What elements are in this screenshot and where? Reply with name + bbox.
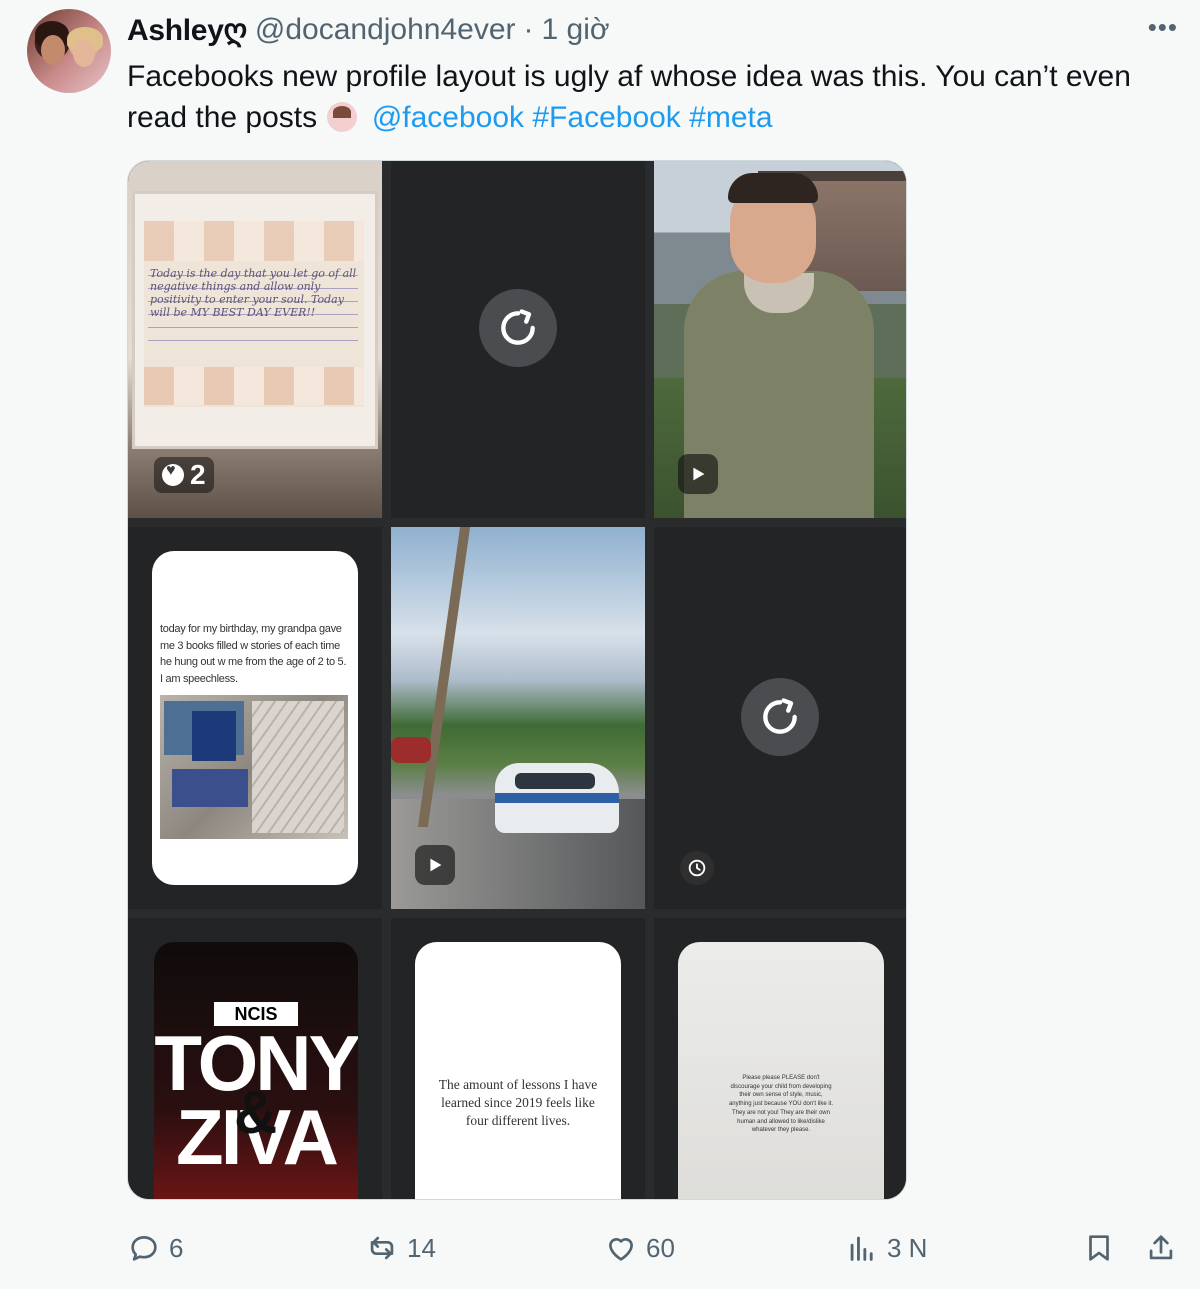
story-card: today for my birthday, my grandpa gave m… xyxy=(152,551,358,885)
play-icon[interactable] xyxy=(678,454,718,494)
history-icon[interactable] xyxy=(680,851,714,885)
reply-button[interactable]: 6 xyxy=(127,1226,183,1270)
views-button[interactable]: 3 N xyxy=(845,1226,927,1270)
views-icon xyxy=(850,1236,873,1261)
quote-text: The amount of lessons I have learned sin… xyxy=(438,1077,598,1128)
quote-text: Please please PLEASE don't discourage yo… xyxy=(728,1075,834,1134)
book-3 xyxy=(172,769,248,807)
tweet-header: Ashleyღ @docandjohn4ever · 1 giờ xyxy=(127,12,610,48)
quote-card: The amount of lessons I have learned sin… xyxy=(415,942,621,1199)
poster-ampersand: & xyxy=(234,1079,278,1146)
header-separator: · xyxy=(523,13,534,46)
play-icon[interactable] xyxy=(415,845,455,885)
media-cell-loading-2[interactable] xyxy=(654,527,906,909)
reply-count: 6 xyxy=(169,1232,184,1263)
mention-link[interactable]: @facebook xyxy=(372,101,524,134)
police-car-stripe xyxy=(495,793,619,803)
reload-icon[interactable] xyxy=(741,678,819,756)
hashtag-link-meta[interactable]: #meta xyxy=(689,101,772,134)
ncis-poster: NCIS TONY ZIVA & xyxy=(154,942,358,1199)
heart-icon xyxy=(162,462,184,486)
like-icon xyxy=(609,1237,633,1261)
author-avatar[interactable] xyxy=(27,9,111,93)
media-cell-loading-1[interactable] xyxy=(391,161,645,518)
more-icon[interactable]: ••• xyxy=(1148,12,1178,43)
repost-count: 14 xyxy=(407,1232,436,1263)
tweet-actions: 6 14 60 3 N xyxy=(127,1226,1187,1270)
author-handle[interactable]: @docandjohn4ever xyxy=(255,13,516,47)
like-counter-value: 2 xyxy=(190,459,206,490)
repost-button[interactable]: 14 xyxy=(365,1226,436,1270)
share-button[interactable] xyxy=(1144,1226,1178,1270)
repost-icon xyxy=(370,1236,394,1260)
views-count: 3 N xyxy=(887,1232,928,1263)
share-icon xyxy=(1149,1235,1173,1260)
quote-card: Please please PLEASE don't discourage yo… xyxy=(678,942,884,1199)
media-cell-reporter-video[interactable] xyxy=(654,161,906,518)
media-cell-ncis-poster[interactable]: NCIS TONY ZIVA & xyxy=(128,918,382,1199)
avatar-face-left xyxy=(41,35,65,65)
bookmark-icon xyxy=(1089,1235,1109,1261)
like-button[interactable]: 60 xyxy=(604,1226,675,1270)
hashtag-link-facebook[interactable]: #Facebook xyxy=(532,101,680,134)
media-cell-birthday-story[interactable]: today for my birthday, my grandpa gave m… xyxy=(128,527,382,909)
open-book-pages xyxy=(252,701,344,833)
tweet-media[interactable]: Today is the day that you let go of all … xyxy=(127,160,907,1200)
reply-icon xyxy=(131,1236,157,1261)
avatar-face-right xyxy=(73,39,95,67)
author-name[interactable]: Ashleyღ xyxy=(127,13,247,48)
red-car xyxy=(391,737,431,763)
tweet-text: Facebooks new profile layout is ugly af … xyxy=(127,56,1187,138)
police-car xyxy=(495,763,619,833)
media-cell-police-car-video[interactable] xyxy=(391,527,645,909)
reporter-hair xyxy=(728,173,818,203)
media-cell-handwritten-note[interactable]: Today is the day that you let go of all … xyxy=(128,161,382,518)
utility-pole xyxy=(417,527,471,827)
tweet-time[interactable]: 1 giờ xyxy=(542,13,610,47)
book-2 xyxy=(192,711,236,761)
like-counter: 2 xyxy=(154,457,214,493)
bookmark-button[interactable] xyxy=(1082,1226,1116,1270)
note-floral-band-top xyxy=(144,221,364,261)
story-text: today for my birthday, my grandpa gave m… xyxy=(160,623,347,685)
facepalm-emoji-icon xyxy=(327,102,358,132)
media-cell-lessons-quote[interactable]: The amount of lessons I have learned sin… xyxy=(391,918,645,1199)
media-cell-parenting-quote[interactable]: Please please PLEASE don't discourage yo… xyxy=(654,918,906,1199)
note-floral-band-bottom xyxy=(144,367,364,405)
police-car-window xyxy=(515,773,595,789)
note-handwriting: Today is the day that you let go of all … xyxy=(150,267,357,319)
like-count: 60 xyxy=(646,1232,675,1263)
reload-icon[interactable] xyxy=(479,289,557,367)
